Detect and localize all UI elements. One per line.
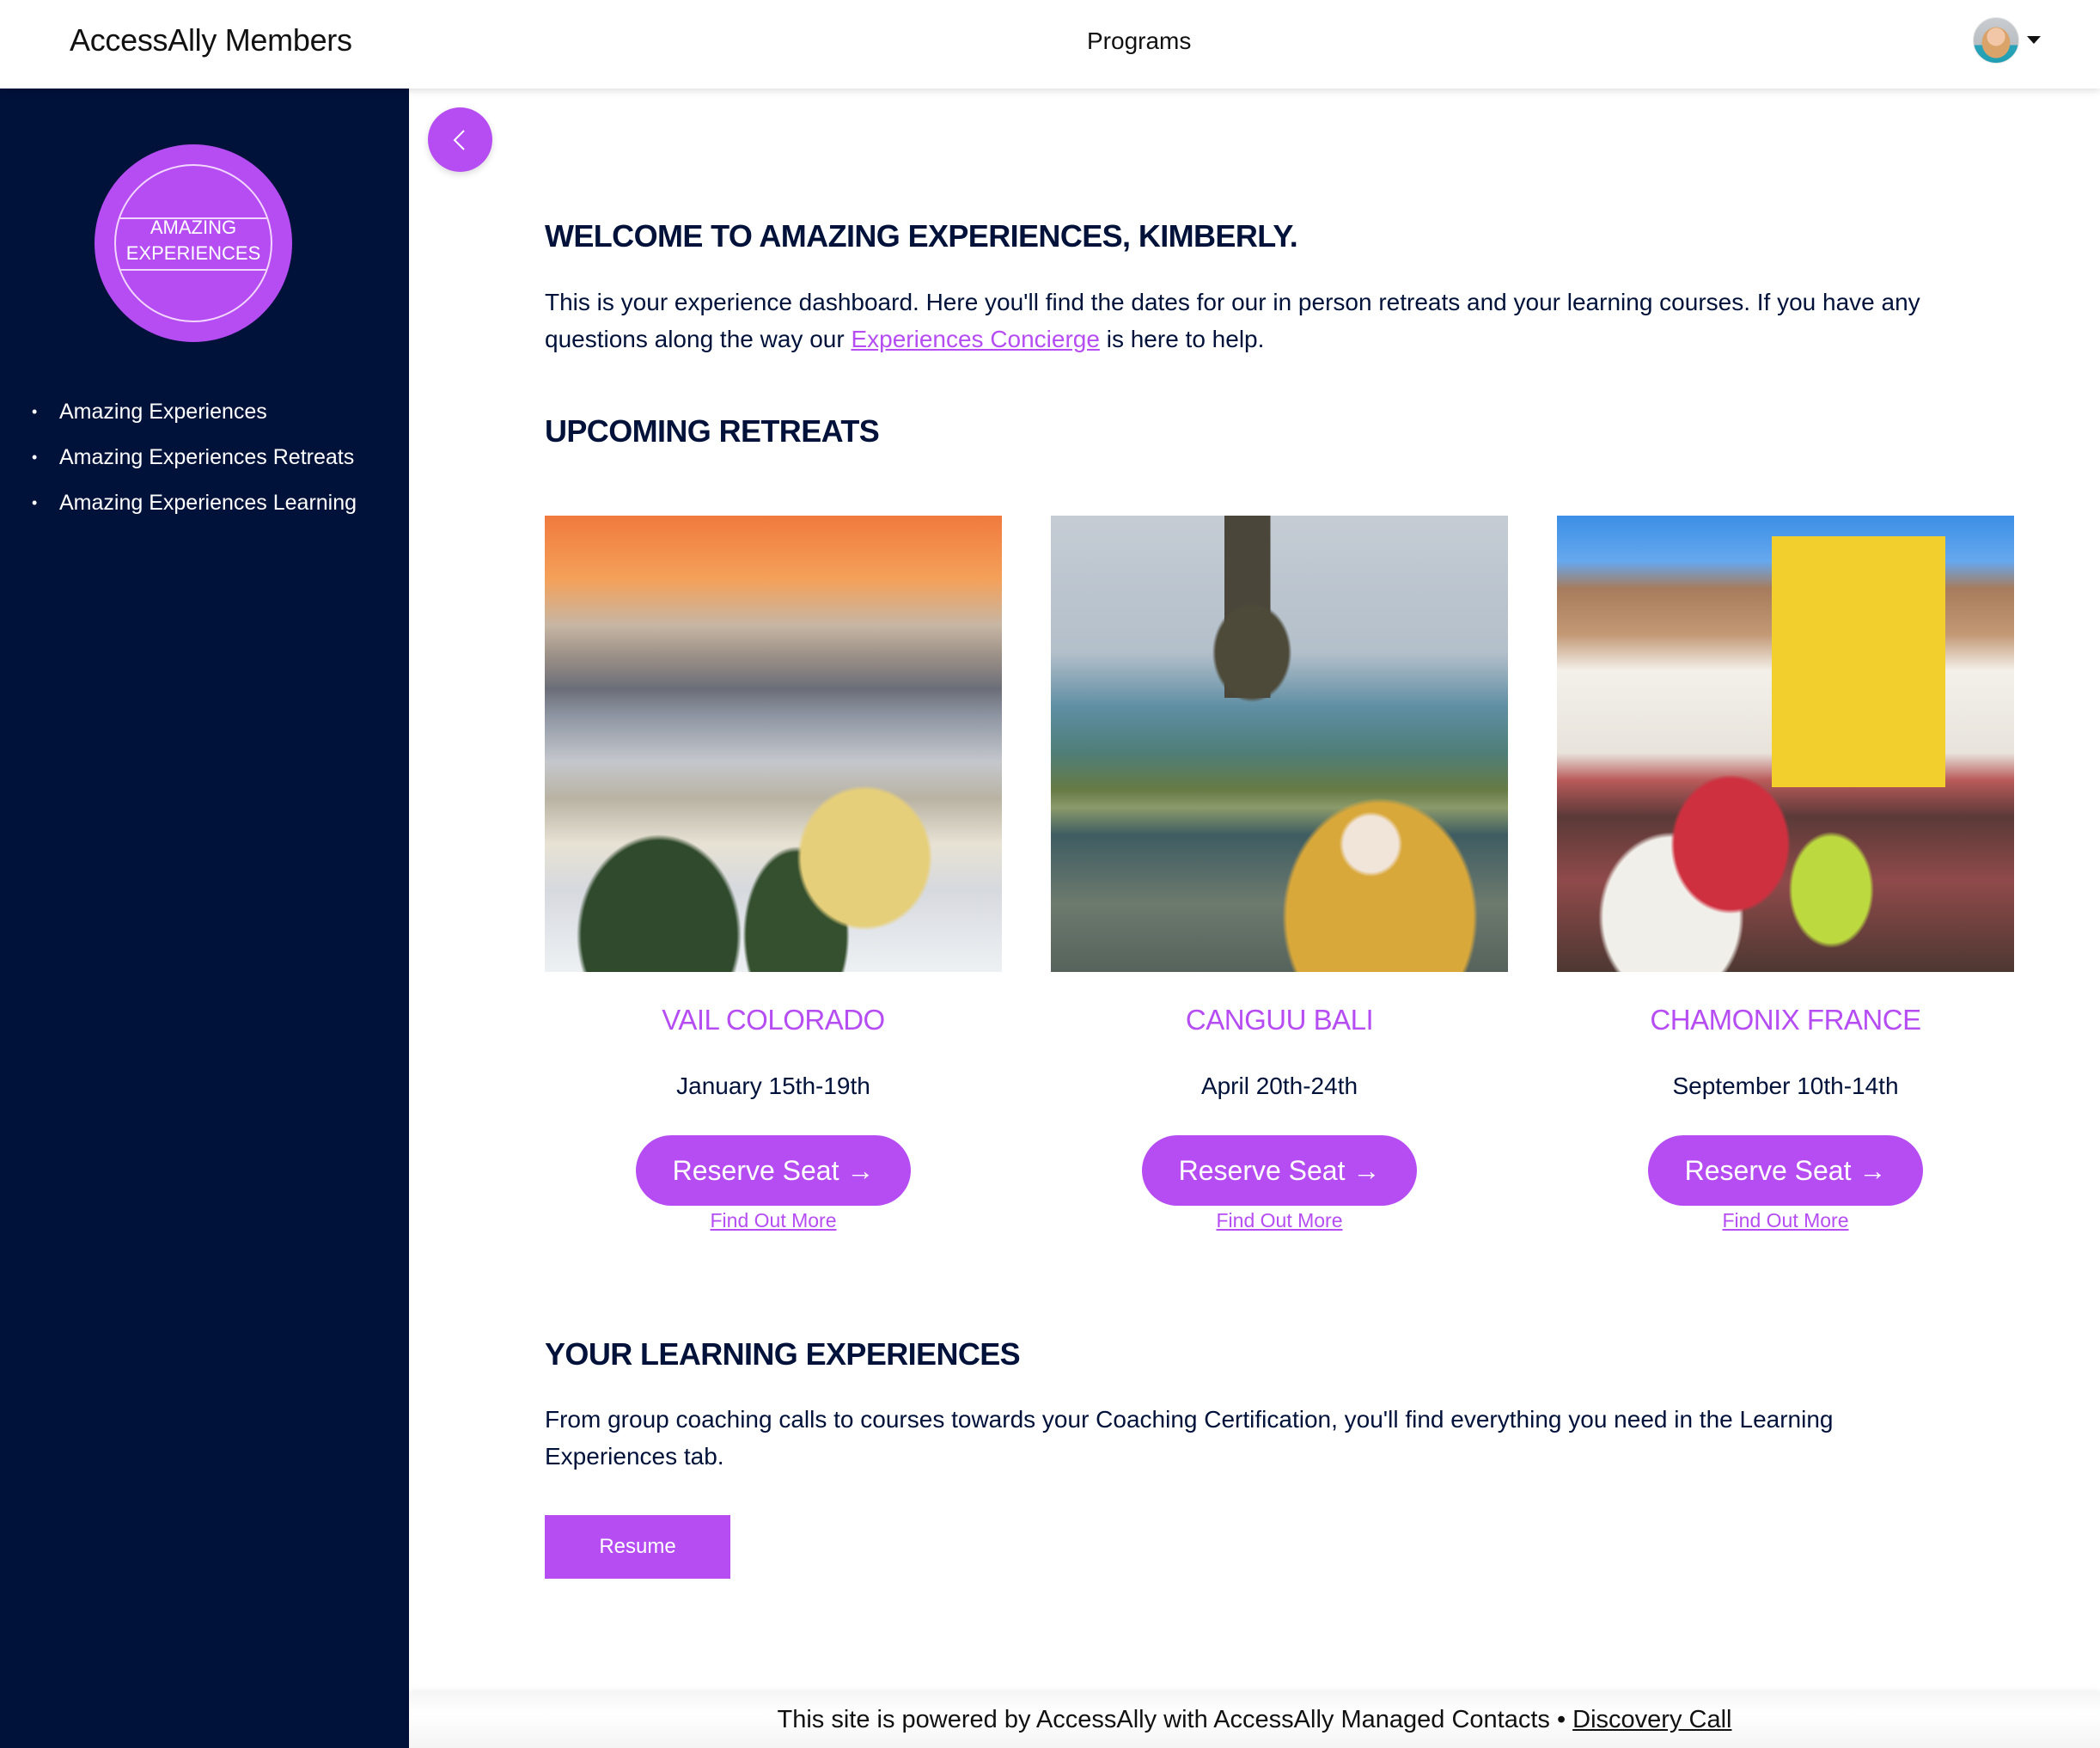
retreat-dates: April 20th-24th bbox=[1200, 1073, 1358, 1099]
discovery-call-link[interactable]: Discovery Call bbox=[1572, 1706, 1731, 1733]
footer-text: This site is powered by AccessAlly with … bbox=[778, 1706, 1732, 1733]
retreat-dates: January 15th-19th bbox=[676, 1073, 870, 1099]
experiences-concierge-link[interactable]: Experiences Concierge bbox=[851, 326, 1100, 352]
find-out-more-link[interactable]: Find Out More bbox=[1051, 1209, 1508, 1232]
sidebar-item-retreats[interactable]: Amazing Experiences Retreats bbox=[0, 443, 409, 489]
sidebar-nav: Amazing Experiences Amazing Experiences … bbox=[0, 398, 409, 535]
retreat-card-vail: VAIL COLORADO January 15th-19th Reserve … bbox=[545, 516, 1002, 1232]
upcoming-retreats-heading: UPCOMING RETREATS bbox=[545, 413, 880, 449]
learning-text: From group coaching calls to courses tow… bbox=[545, 1406, 1834, 1470]
logo-text: AMAZING EXPERIENCES bbox=[95, 215, 292, 266]
footer: This site is powered by AccessAlly with … bbox=[409, 1692, 2100, 1748]
sidebar-item-amazing-experiences[interactable]: Amazing Experiences bbox=[0, 398, 409, 443]
reserve-seat-button[interactable]: Reserve Seat → bbox=[1142, 1135, 1417, 1206]
top-header: AccessAlly Members Programs bbox=[0, 0, 2100, 89]
reserve-seat-button[interactable]: Reserve Seat → bbox=[1648, 1135, 1923, 1206]
caret-down-icon[interactable] bbox=[2027, 36, 2041, 44]
retreat-card-bali: CANGUU BALI April 20th-24th Reserve Seat… bbox=[1051, 516, 1508, 1232]
logo-text-line2: EXPERIENCES bbox=[125, 242, 261, 264]
footer-powered-by: This site is powered by AccessAlly with … bbox=[777, 1706, 1573, 1733]
find-out-more-link[interactable]: Find Out More bbox=[1557, 1209, 2014, 1232]
logo-text-line1: AMAZING bbox=[150, 217, 237, 238]
retreat-title: CHAMONIX FRANCE bbox=[1650, 1004, 1921, 1036]
retreat-image-vail[interactable] bbox=[545, 516, 1002, 972]
user-menu[interactable] bbox=[1973, 17, 2042, 65]
sidebar-item-learning[interactable]: Amazing Experiences Learning bbox=[0, 489, 409, 535]
chevron-left-icon bbox=[453, 130, 465, 150]
welcome-text: This is your experience dashboard. Here … bbox=[545, 284, 2005, 358]
program-logo[interactable]: AMAZING EXPERIENCES bbox=[95, 144, 292, 342]
retreat-image-chamonix[interactable] bbox=[1557, 516, 2014, 972]
nav-programs-link[interactable]: Programs bbox=[1087, 28, 1191, 55]
reserve-seat-button[interactable]: Reserve Seat → bbox=[636, 1135, 911, 1206]
site-brand[interactable]: AccessAlly Members bbox=[70, 22, 352, 58]
learning-heading: YOUR LEARNING EXPERIENCES bbox=[545, 1336, 1021, 1372]
sidebar: AMAZING EXPERIENCES Amazing Experiences … bbox=[0, 89, 409, 1748]
retreat-title: VAIL COLORADO bbox=[662, 1004, 885, 1036]
retreat-card-chamonix: CHAMONIX FRANCE September 10th-14th Rese… bbox=[1557, 516, 2014, 1232]
retreat-image-bali[interactable] bbox=[1051, 516, 1508, 972]
retreat-title: CANGUU BALI bbox=[1185, 1004, 1374, 1036]
retreat-dates: September 10th-14th bbox=[1672, 1073, 1899, 1099]
welcome-heading: WELCOME TO AMAZING EXPERIENCES, KIMBERLY… bbox=[545, 218, 1298, 254]
resume-button[interactable]: Resume bbox=[545, 1515, 730, 1579]
find-out-more-link[interactable]: Find Out More bbox=[545, 1209, 1002, 1232]
welcome-text-after: is here to help. bbox=[1099, 326, 1265, 352]
back-button[interactable] bbox=[428, 107, 492, 172]
avatar[interactable] bbox=[1973, 17, 2019, 64]
